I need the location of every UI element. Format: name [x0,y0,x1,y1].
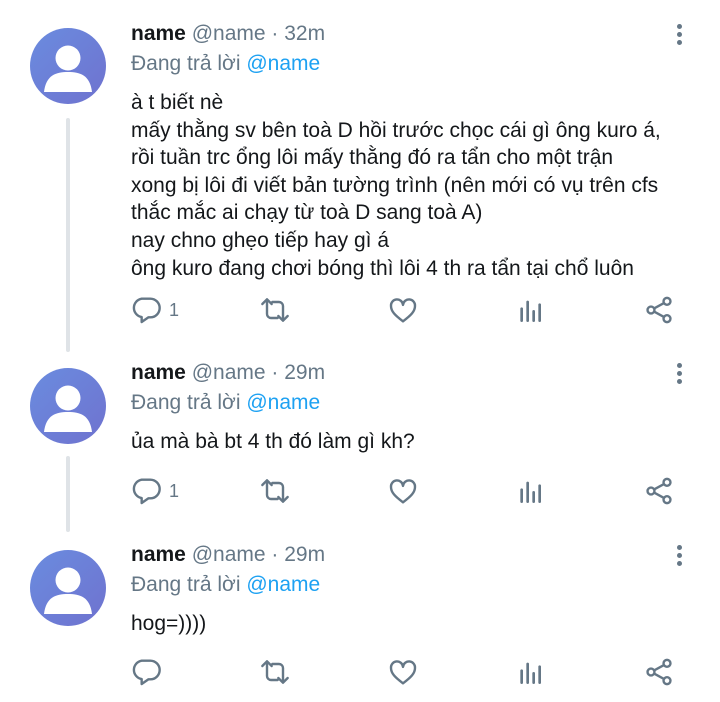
analytics-button[interactable] [515,656,547,688]
analytics-button[interactable] [515,475,547,507]
replying-to: Đang trả lời @name [131,51,320,77]
tweet[interactable]: name @name · 29m Đang trả lời @name ủa m… [0,350,720,532]
analytics-icon [520,300,541,322]
replying-to-label: Đang trả lời [131,391,241,414]
dot-icon [676,552,682,558]
reply-icon [132,478,161,505]
tweet-text: hog=)))) [131,612,207,635]
avatar[interactable] [30,28,106,104]
retweet-button[interactable] [259,294,291,326]
share-button[interactable] [643,475,675,507]
timestamp[interactable]: 29m [284,361,325,384]
analytics-icon [520,662,541,684]
share-button[interactable] [643,656,675,688]
mention-link[interactable]: @name [246,573,320,596]
default-avatar-icon [44,385,92,432]
tweet[interactable]: name @name · 29m Đang trả lời @name hog=… [0,532,720,702]
retweet-button[interactable] [259,656,291,688]
display-name[interactable]: name [131,361,186,384]
dot-icon [676,31,682,37]
separator-dot: · [271,543,279,566]
analytics-button[interactable] [515,294,547,326]
retweet-icon [261,298,289,322]
dot-icon [676,378,682,384]
tweet-text: ủa mà bà bt 4 th đó làm gì kh? [131,430,415,453]
replying-to: Đang trả lời @name [131,572,320,598]
share-icon [646,296,672,324]
separator-dot: · [271,22,279,45]
reply-button[interactable]: 1 [131,294,179,326]
retweet-icon [261,479,289,503]
tweet-header: name @name · 29m [131,542,325,568]
like-button[interactable] [387,475,419,507]
default-avatar-icon [44,45,92,92]
more-options-button[interactable] [664,540,694,570]
reply-count: 1 [169,299,180,320]
retweet-button[interactable] [259,475,291,507]
reply-button[interactable] [131,656,169,688]
reply-count: 1 [169,480,180,501]
dot-icon [676,370,682,376]
like-button[interactable] [387,656,419,688]
timestamp[interactable]: 32m [284,22,325,45]
dot-icon [676,544,682,550]
more-options-button[interactable] [664,19,694,49]
tweet-actions: 1 [131,475,691,507]
tweet[interactable]: name @name · 32m Đang trả lời @name à t … [0,0,720,350]
tweet-header: name @name · 29m [131,360,325,386]
share-button[interactable] [643,294,675,326]
timestamp[interactable]: 29m [284,543,325,566]
handle[interactable]: @name [192,361,266,384]
default-avatar-icon [44,567,92,614]
like-icon [389,298,417,323]
display-name[interactable]: name [131,543,186,566]
avatar[interactable] [30,550,106,626]
retweet-icon [261,660,289,684]
dot-icon [676,560,682,566]
tweet-actions [131,656,691,688]
like-icon [389,479,417,504]
display-name[interactable]: name [131,22,186,45]
handle[interactable]: @name [192,22,266,45]
replying-to: Đang trả lời @name [131,390,320,416]
more-options-button[interactable] [664,358,694,388]
mention-link[interactable]: @name [246,52,320,75]
reply-button[interactable]: 1 [131,475,179,507]
analytics-icon [520,481,541,503]
share-icon [646,477,672,505]
handle[interactable]: @name [192,543,266,566]
dot-icon [676,362,682,368]
share-icon [646,658,672,686]
avatar[interactable] [30,368,106,444]
tweet-text: à t biết nè mấy thằng sv bên toà D hồi t… [131,91,661,280]
tweet-actions: 1 [131,294,691,326]
replying-to-label: Đang trả lời [131,573,241,596]
mention-link[interactable]: @name [246,391,320,414]
dot-icon [676,23,682,29]
reply-icon [132,297,161,324]
dot-icon [676,39,682,45]
reply-icon [132,659,161,686]
replying-to-label: Đang trả lời [131,52,241,75]
separator-dot: · [271,361,279,384]
like-icon [389,660,417,685]
like-button[interactable] [387,294,419,326]
tweet-header: name @name · 32m [131,21,325,47]
